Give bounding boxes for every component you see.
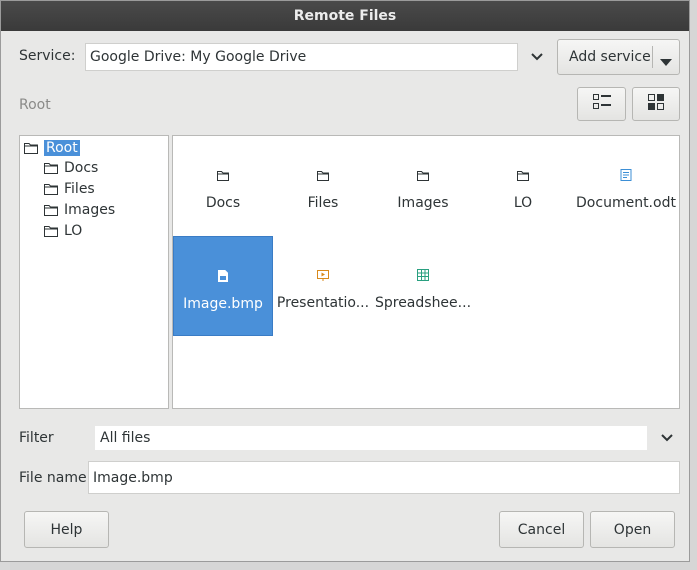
file-icon-grid[interactable]: Docs Files Images LO Document.odt Image.… [172,135,680,409]
image-file-icon [218,270,228,282]
list-view-icon [592,94,611,114]
tree-item-label: LO [64,223,83,239]
grid-item-label: Docs [205,195,241,211]
folder-icon [44,163,58,174]
folder-icon [417,171,429,181]
folder-tree[interactable]: Root Docs Files Images LO [19,135,169,409]
filter-combo[interactable]: All files [95,426,647,450]
grid-item-lo[interactable]: LO [473,136,573,236]
tree-item-root[interactable]: Root [24,138,80,158]
filter-label: Filter [19,430,54,446]
folder-icon [217,171,229,181]
icon-view-button[interactable] [632,87,680,121]
list-view-button[interactable] [577,87,626,121]
service-combo[interactable]: Google Drive: My Google Drive [85,43,518,71]
grid-item-label: Image.bmp [183,296,263,312]
spreadsheet-icon [417,269,429,281]
grid-item-label: Spreadshee... [374,295,472,311]
grid-item-label: Document.odt [576,195,676,211]
dialog-title: Remote Files [1,1,689,31]
tree-item-label: Files [64,181,95,197]
help-button[interactable]: Help [24,511,109,548]
tree-item-images[interactable]: Images [44,200,115,220]
folder-icon [44,205,58,216]
add-service-button[interactable]: Add service [557,39,680,75]
tree-item-label: Root [44,140,80,156]
grid-item-label: Files [307,195,339,211]
folder-icon [517,171,529,181]
grid-item-label: Images [397,195,449,211]
cancel-button-label: Cancel [517,521,566,538]
tree-item-files[interactable]: Files [44,179,95,199]
help-button-label: Help [50,521,83,538]
presentation-icon [317,270,329,281]
path-breadcrumb: Root [19,97,51,113]
add-service-label: Add service [569,49,651,65]
file-name-label: File name [19,470,87,486]
folder-icon [44,226,58,237]
service-label: Service: [19,48,76,64]
icon-view-icon [648,94,664,114]
tree-item-docs[interactable]: Docs [44,158,98,178]
cancel-button[interactable]: Cancel [499,511,584,548]
tree-item-lo[interactable]: LO [44,221,82,241]
split-divider [652,46,653,68]
service-dropdown-chevron-icon[interactable] [530,50,544,64]
filter-dropdown-chevron-icon[interactable] [660,431,674,445]
filter-value: All files [100,430,151,446]
folder-icon [24,143,38,154]
grid-item-spreadsheet[interactable]: Spreadshee... [373,236,473,336]
open-button-label: Open [613,521,652,538]
grid-item-files[interactable]: Files [273,136,373,236]
grid-item-presentation[interactable]: Presentatio... [273,236,373,336]
folder-icon [317,171,329,181]
open-button[interactable]: Open [590,511,675,548]
tree-item-label: Images [64,202,116,218]
text-document-icon [620,169,632,181]
grid-item-docs[interactable]: Docs [173,136,273,236]
grid-item-document-odt[interactable]: Document.odt [573,136,679,236]
tree-item-label: Docs [64,160,99,176]
folder-icon [44,184,58,195]
grid-item-images[interactable]: Images [373,136,473,236]
service-value: Google Drive: My Google Drive [90,49,307,65]
grid-item-label: LO [513,195,533,211]
grid-item-image-bmp[interactable]: Image.bmp [173,236,273,336]
grid-item-label: Presentatio... [276,295,370,311]
remote-files-dialog: Remote Files Service: Google Drive: My G… [0,0,690,562]
file-name-input[interactable] [88,461,680,494]
add-service-menu-arrow-icon[interactable] [660,54,672,70]
